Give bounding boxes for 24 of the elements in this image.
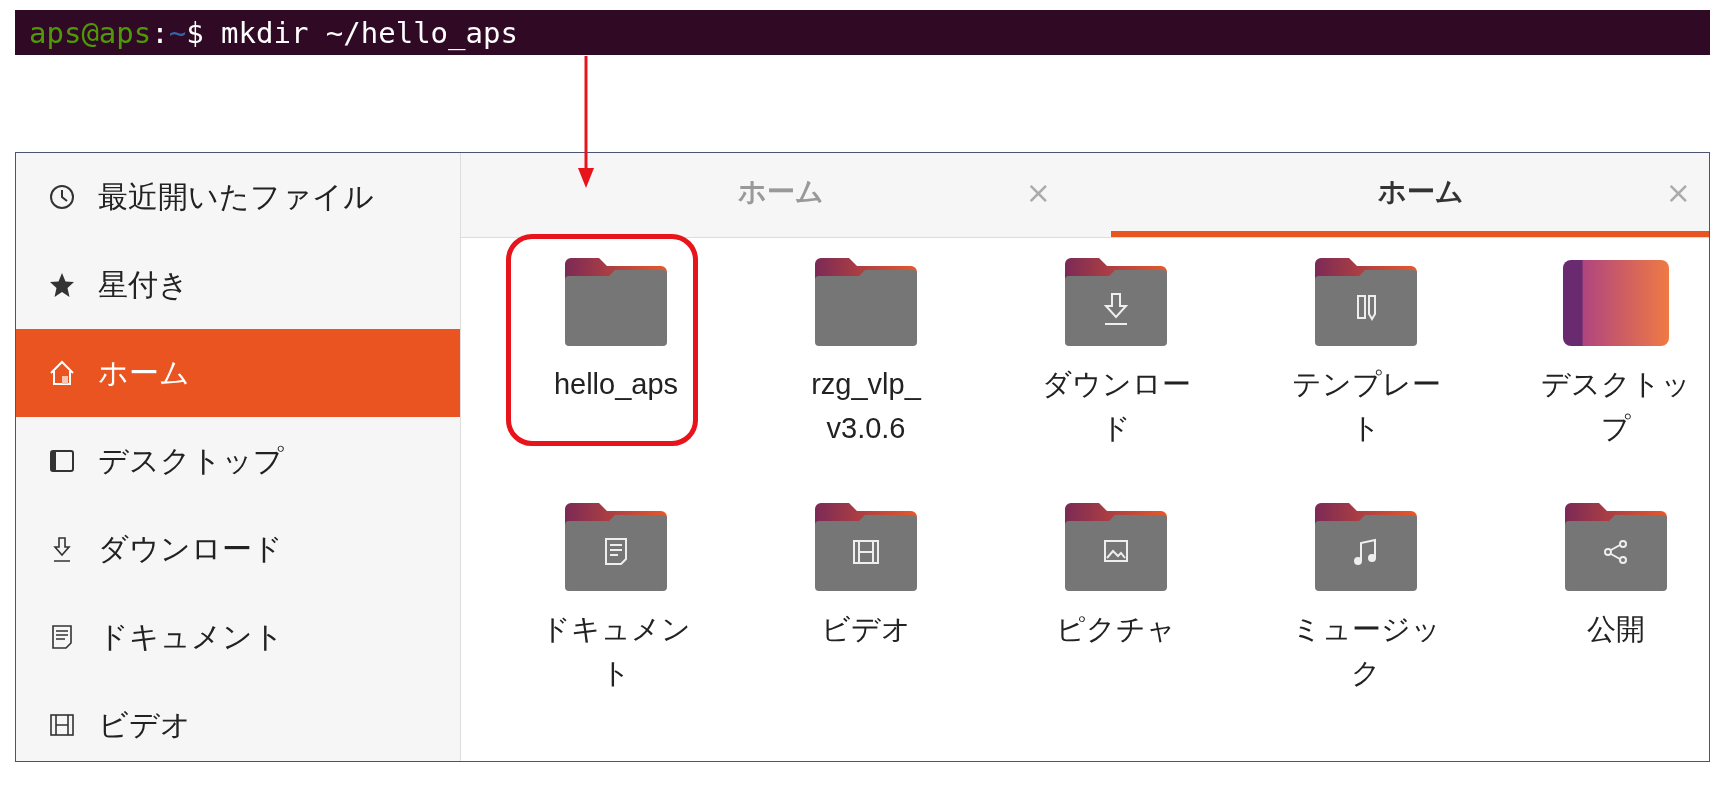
- file-name: hello_aps: [552, 367, 680, 402]
- file-name: ダウンロード: [1040, 367, 1192, 446]
- file-name: ビデオ: [820, 612, 912, 647]
- sidebar-item[interactable]: 星付き: [16, 241, 460, 329]
- sidebar-item[interactable]: ホーム: [16, 329, 460, 417]
- sidebar-item[interactable]: ダウンロード: [16, 505, 460, 593]
- star-icon: [48, 271, 76, 299]
- terminal-command-line: aps@aps:~$ mkdir ~/hello_aps: [29, 15, 518, 50]
- file-name: ドキュメント: [540, 612, 692, 691]
- clock-icon: [48, 183, 76, 211]
- film-icon: [48, 711, 76, 739]
- file-name: 公開: [1586, 612, 1646, 647]
- tab[interactable]: ホーム ×: [1111, 153, 1709, 237]
- sidebar-item[interactable]: ドキュメント: [16, 593, 460, 681]
- file-name: テンプレート: [1290, 367, 1442, 446]
- sidebar-item[interactable]: デスクトップ: [16, 417, 460, 505]
- file-name: ピクチャ: [1055, 612, 1177, 647]
- file-name: rzg_vlp_ v3.0.6: [810, 367, 923, 446]
- home-icon: [48, 359, 76, 387]
- file-name: デスクトップ: [1540, 367, 1692, 446]
- desktop-icon: [48, 447, 76, 475]
- sidebar-item[interactable]: ビデオ: [16, 681, 460, 761]
- file-name: ミュージック: [1290, 612, 1442, 691]
- sidebar-item[interactable]: 最近開いたファイル: [16, 153, 460, 241]
